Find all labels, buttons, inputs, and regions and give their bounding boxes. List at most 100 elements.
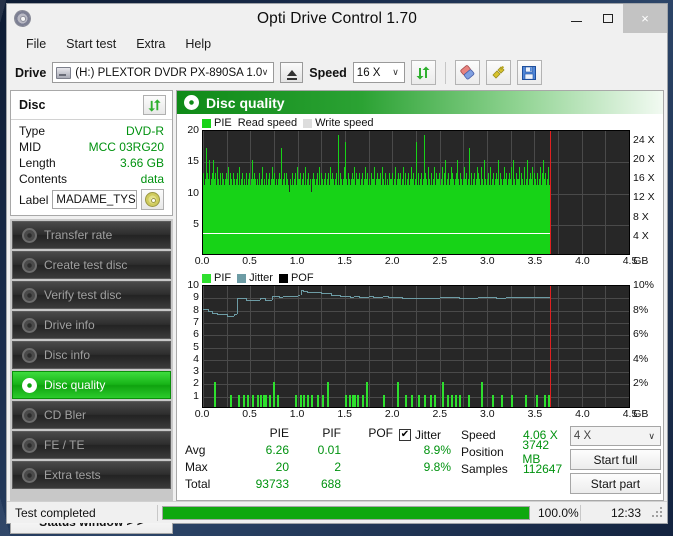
menu-item-extra[interactable]: Extra <box>126 35 175 53</box>
drive-select[interactable]: (H:) PLEXTOR DVDR PX-890SA 1.00 ∨ <box>52 62 275 83</box>
scan-end-marker <box>550 286 552 407</box>
jitter-line <box>524 297 535 299</box>
main-panel: Disc quality PIE Read speed Write speed <box>176 90 664 501</box>
chart-bar <box>310 394 313 407</box>
disc-label-input[interactable]: MADAME_TYS( <box>52 190 137 209</box>
chart-bar <box>238 394 241 407</box>
stats-jitter-total <box>393 477 451 494</box>
grid-line <box>605 131 607 254</box>
status-text: Test completed <box>15 505 96 520</box>
pie-plot <box>202 130 630 255</box>
axis-tick-label: 10% <box>633 279 655 291</box>
menu-item-help[interactable]: Help <box>175 35 221 53</box>
speed-select[interactable]: 16 X ∨ <box>352 62 405 83</box>
disc-row-key: MID <box>19 140 41 154</box>
chart-bar <box>441 382 444 407</box>
menu-item-file[interactable]: File <box>16 35 56 53</box>
disc-label-key: Label <box>19 192 49 207</box>
stats-pof-avg <box>341 443 393 460</box>
axis-tick-label: 9 <box>193 291 199 304</box>
sidebar-item-create-test-disc[interactable]: Create test disc <box>12 251 171 279</box>
axis-tick-label: 4.0 <box>575 255 590 267</box>
axis-tick-label: 4 <box>193 352 199 365</box>
window-title: Opti Drive Control 1.70 <box>257 9 417 27</box>
axis-tick-label: 8 <box>193 303 199 316</box>
axis-tick-label: 20 <box>187 124 199 136</box>
jitter-checkbox[interactable]: ✔ <box>399 428 411 441</box>
stats-info-key: Position <box>461 444 504 459</box>
axis-tick-label: 10 <box>187 279 199 291</box>
speed-label: Speed <box>309 65 347 80</box>
toolbar-separator <box>444 61 446 84</box>
stats-header-pof: POF <box>368 426 393 440</box>
disc-row-length: Length 3.66 GB <box>19 155 164 171</box>
chart-bar <box>265 394 268 407</box>
grid-line <box>203 310 629 312</box>
pif-legend: PIF Jitter POF <box>180 271 660 285</box>
sidebar-item-transfer-rate[interactable]: Transfer rate <box>12 221 171 249</box>
stats-pif-avg: 0.01 <box>317 443 341 457</box>
title-bar: Opti Drive Control 1.70 × <box>7 4 667 33</box>
chart-bar <box>294 394 297 407</box>
axis-tick-label: 24 X <box>633 133 655 146</box>
chart-bar <box>214 382 217 407</box>
save-button[interactable] <box>516 60 542 85</box>
axis-tick-label: 10 <box>187 186 199 199</box>
legend-label: Write speed <box>315 117 374 129</box>
stats-label-max: Max <box>185 460 208 474</box>
sidebar-item-fe-te[interactable]: FE / TE <box>12 431 171 459</box>
stats-info-value: 112647 <box>523 461 563 476</box>
stats-info-key: Samples <box>461 461 508 476</box>
chart-bar <box>454 394 457 407</box>
plug-button[interactable] <box>485 60 511 85</box>
jitter-line <box>477 297 487 299</box>
grid-line <box>439 286 441 407</box>
chart-bar <box>299 394 302 407</box>
menu-item-start-test[interactable]: Start test <box>56 35 126 53</box>
sidebar-item-verify-test-disc[interactable]: Verify test disc <box>12 281 171 309</box>
resize-grip-icon[interactable] <box>651 506 663 519</box>
sidebar-item-label: Verify test disc <box>44 288 122 302</box>
sidebar-item-label: Drive info <box>44 318 95 332</box>
axis-tick-label: 2 <box>193 377 199 390</box>
stats-pof-total <box>341 477 393 494</box>
sidebar-item-disc-quality[interactable]: Disc quality <box>12 371 171 399</box>
chart-bar <box>276 394 279 407</box>
sidebar-item-drive-info[interactable]: Drive info <box>12 311 171 339</box>
axis-tick-label: 0.5 <box>242 255 257 267</box>
cd-icon <box>145 192 160 207</box>
jitter-line <box>297 294 301 296</box>
disc-label-button[interactable] <box>141 189 164 210</box>
disc-refresh-button[interactable] <box>143 95 166 115</box>
stats-info-samples: Samples 112647 <box>461 460 570 477</box>
axis-tick-label: 2.0 <box>384 255 400 267</box>
sidebar-item-cd-bler[interactable]: CD Bler <box>12 401 171 429</box>
legend-swatch-jitter <box>237 273 247 283</box>
stats-info-block: Speed 4.06 X Position 3742 MB Samples 11… <box>461 426 570 497</box>
start-full-button[interactable]: Start full <box>569 449 661 470</box>
chart-bar <box>344 394 347 407</box>
jitter-line <box>349 297 355 299</box>
sidebar-item-label: Create test disc <box>44 258 128 272</box>
refresh-button[interactable] <box>410 60 436 85</box>
stats-col-pof: POF <box>341 426 393 497</box>
start-part-button[interactable]: Start part <box>569 473 661 494</box>
speed-select-value: 16 X <box>356 66 381 79</box>
axis-tick-label: 3.5 <box>527 255 543 267</box>
nav-list: Transfer rate Create test disc Verify te… <box>10 219 173 507</box>
disc-row-mid: MID MCC 03RG20 <box>19 139 164 155</box>
sidebar-item-disc-info[interactable]: Disc info <box>12 341 171 369</box>
grid-line <box>203 286 204 407</box>
jitter-line <box>392 297 402 299</box>
sidebar-item-extra-tests[interactable]: Extra tests <box>12 461 171 489</box>
disc-row-key: Contents <box>19 172 68 186</box>
toolbar: Drive (H:) PLEXTOR DVDR PX-890SA 1.00 ∨ … <box>7 55 667 90</box>
eject-button[interactable] <box>280 62 304 83</box>
test-speed-select[interactable]: 4 X ∨ <box>569 426 661 446</box>
eraser-button[interactable] <box>454 60 480 85</box>
jitter-line <box>449 297 459 299</box>
grid-line <box>203 322 629 324</box>
axis-tick-label: 0.0 <box>194 255 210 267</box>
pie-speed-axis: 4 X 8 X 12 X 16 X 20 X 24 X <box>630 130 660 255</box>
axis-tick-label: 12 X <box>633 191 655 204</box>
